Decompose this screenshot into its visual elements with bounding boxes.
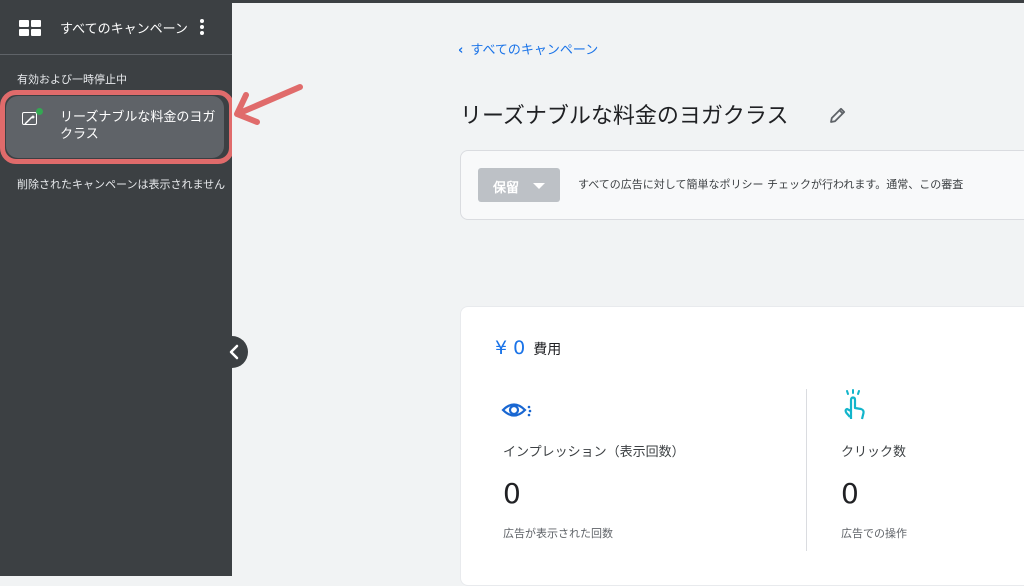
sidebar-title[interactable]: すべてのキャンペーン xyxy=(60,18,188,37)
pencil-icon[interactable] xyxy=(828,105,848,125)
impressions-sublabel: 広告が表示された回数 xyxy=(503,527,613,540)
chevron-left-icon: ‹ xyxy=(458,43,464,58)
cost-value: ¥ 0 xyxy=(495,337,526,359)
clicks-label: クリック数 xyxy=(841,445,907,460)
cost-summary: ¥ 0 費用 xyxy=(495,337,561,359)
main-content: ‹ すべてのキャンペーン リーズナブルな料金のヨガクラス 保留 すべての広告に対し… xyxy=(232,0,1024,586)
back-link-label: すべてのキャンペーン xyxy=(470,43,599,58)
top-border xyxy=(0,0,1024,3)
sidebar: すべてのキャンペーン 有効および一時停止中 リーズナブルな料金のヨガクラス 削除… xyxy=(0,0,232,576)
impressions-metric[interactable]: インプレッション（表示回数） 0 広告が表示された回数 xyxy=(501,397,801,567)
page-title: リーズナブルな料金のヨガクラス xyxy=(460,104,789,129)
caret-down-icon xyxy=(533,183,545,189)
status-label: 保留 xyxy=(493,181,520,196)
cost-label: 費用 xyxy=(533,342,562,358)
status-dot xyxy=(36,108,43,115)
status-dropdown-button[interactable]: 保留 xyxy=(478,168,560,202)
back-to-campaigns-link[interactable]: ‹ すべてのキャンペーン xyxy=(458,39,598,58)
clicks-metric[interactable]: クリック数 0 広告での操作 xyxy=(839,389,1024,567)
sidebar-header: すべてのキャンペーン xyxy=(0,0,232,55)
notice-text: すべての広告に対して簡単なポリシー チェックが行われます。通常、この審査 xyxy=(578,178,964,191)
more-options-icon[interactable] xyxy=(198,19,206,41)
chevron-left-icon xyxy=(229,344,239,360)
sidebar-item-campaign[interactable]: リーズナブルな料金のヨガクラス xyxy=(6,96,224,158)
deleted-campaigns-note: 削除されたキャンペーンは表示されません xyxy=(17,178,226,191)
summary-card: ¥ 0 費用 インプレッション（表示回数） 0 広告が表示された回数 クリック数… xyxy=(460,306,1024,586)
dashboard-icon[interactable] xyxy=(19,20,41,36)
eye-icon xyxy=(501,403,532,417)
policy-notice: 保留 すべての広告に対して簡単なポリシー チェックが行われます。通常、この審査 xyxy=(460,150,1024,220)
clicks-sublabel: 広告での操作 xyxy=(841,527,907,540)
tap-icon xyxy=(844,389,865,420)
annotation-arrow-icon xyxy=(234,84,303,125)
section-label: 有効および一時停止中 xyxy=(17,73,127,86)
metric-divider xyxy=(806,389,807,551)
impressions-label: インプレッション（表示回数） xyxy=(503,445,685,460)
sidebar-item-label: リーズナブルな料金のヨガクラス xyxy=(60,110,216,142)
clicks-value: 0 xyxy=(841,477,859,510)
magic-wand-icon xyxy=(22,108,43,126)
impressions-value: 0 xyxy=(503,477,521,510)
